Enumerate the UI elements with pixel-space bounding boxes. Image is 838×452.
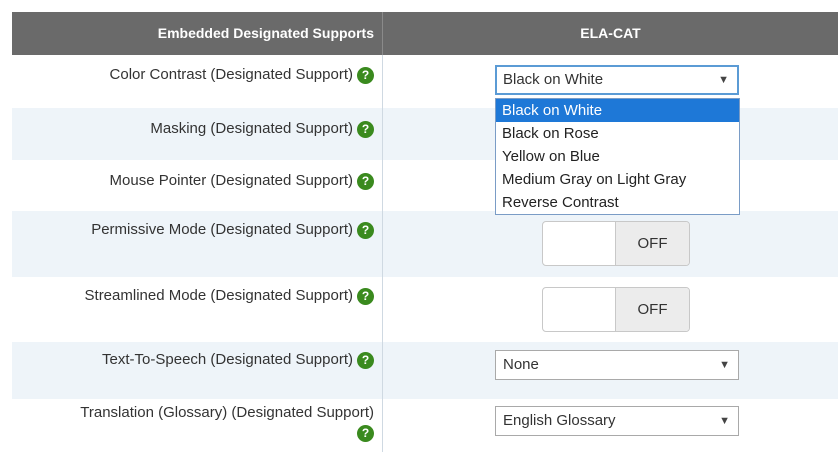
chevron-down-icon: ▼ [718,74,729,86]
chevron-down-icon: ▼ [719,359,730,371]
row-label-streamlined-mode: Streamlined Mode (Designated Support)? [12,287,374,305]
help-icon[interactable]: ? [357,120,374,138]
color-contrast-select[interactable]: Black on White ▼ [495,65,739,95]
row-label-mouse-pointer: Mouse Pointer (Designated Support)? [12,172,374,190]
option-yellow-on-blue[interactable]: Yellow on Blue [496,145,739,168]
chevron-down-icon: ▼ [719,415,730,427]
text-to-speech-select[interactable]: None ▼ [495,350,739,380]
table-row-streamlined-mode: Streamlined Mode (Designated Support)? O… [12,277,838,342]
label-text: Text-To-Speech (Designated Support) [102,351,353,368]
label-text: Masking (Designated Support) [150,120,353,137]
column-divider [382,55,383,452]
option-black-on-rose[interactable]: Black on Rose [496,122,739,145]
select-value: Black on White [503,71,604,88]
help-icon[interactable]: ? [357,424,374,442]
label-text: Color Contrast (Designated Support) [109,66,353,83]
permissive-mode-toggle[interactable]: OFF [542,221,690,266]
header-embedded-designated-supports: Embedded Designated Supports [12,12,382,55]
select-value: None [503,356,539,373]
help-icon[interactable]: ? [357,172,374,190]
help-icon[interactable]: ? [357,66,374,84]
option-black-on-white[interactable]: Black on White [496,99,739,122]
label-text: Permissive Mode (Designated Support) [91,221,353,238]
help-icon[interactable]: ? [357,351,374,369]
toggle-state-label: OFF [615,288,689,331]
toggle-state-label: OFF [615,222,689,265]
help-icon[interactable]: ? [357,221,374,239]
row-label-color-contrast: Color Contrast (Designated Support)? [12,66,374,84]
header-left-label: Embedded Designated Supports [157,25,374,41]
label-text: Streamlined Mode (Designated Support) [84,287,353,304]
table-row-text-to-speech: Text-To-Speech (Designated Support)? Non… [12,342,838,399]
row-label-masking: Masking (Designated Support)? [12,120,374,138]
streamlined-mode-toggle[interactable]: OFF [542,287,690,332]
translation-select[interactable]: English Glossary ▼ [495,406,739,436]
label-text: Translation (Glossary) (Designated Suppo… [80,404,374,421]
table-row-permissive-mode: Permissive Mode (Designated Support)? OF… [12,211,838,277]
row-label-permissive-mode: Permissive Mode (Designated Support)? [12,221,374,239]
header-ela-cat: ELA-CAT [580,25,641,41]
option-medium-gray-on-light-gray[interactable]: Medium Gray on Light Gray [496,168,739,191]
label-text: Mouse Pointer (Designated Support) [109,172,353,189]
color-contrast-dropdown-list: Black on White Black on Rose Yellow on B… [495,98,740,215]
row-label-translation: Translation (Glossary) (Designated Suppo… [12,403,374,443]
table-header: Embedded Designated Supports ELA-CAT [12,12,838,55]
select-value: English Glossary [503,412,616,429]
option-reverse-contrast[interactable]: Reverse Contrast [496,191,739,214]
row-label-text-to-speech: Text-To-Speech (Designated Support)? [12,351,374,369]
table-row-translation: Translation (Glossary) (Designated Suppo… [12,399,838,452]
help-icon[interactable]: ? [357,287,374,305]
